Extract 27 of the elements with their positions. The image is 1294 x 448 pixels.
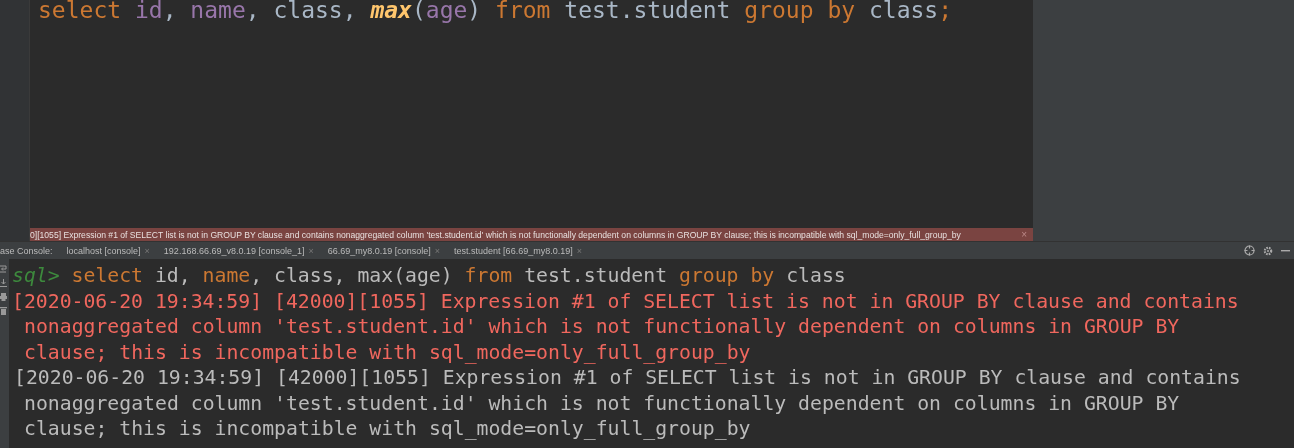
output-line: [2020-06-20 19:34:59] [42000][1055] Expression #1 of SELECT list is not in GROUP BY clause and contains <box>13 365 1242 391</box>
error-message: 0][1055] Expression #1 of SELECT list is not in GROUP BY clause and contains nonaggregated column 'test.student.id' which is not functionally dependent on columns in GROUP BY clause; this is incompatible with sql_mode=only_full_group_by <box>30 229 961 240</box>
close-button[interactable]: × <box>308 245 314 256</box>
minimize-icon[interactable] <box>1281 249 1290 252</box>
console-label: ase Console: <box>0 245 53 256</box>
wrap-icon[interactable] <box>0 265 7 273</box>
download-icon[interactable] <box>0 279 7 287</box>
console-tab[interactable]: 192.168.66.69_v8.0.19 [console_1] × <box>163 245 314 256</box>
print-icon[interactable] <box>0 293 7 301</box>
close-button[interactable]: × <box>144 245 150 256</box>
sql-prompt: sql> <box>12 263 60 289</box>
output-line: nonaggregated column 'test.student.id' which is not functionally dependent on columns in GROUP BY <box>23 390 1181 416</box>
output-line: clause; this is incompatible with sql_mode=only_full_group_by <box>23 416 752 442</box>
error-line: [2020-06-20 19:34:59] [42000][1055] Expression #1 of SELECT list is not in GROUP BY clause and contains <box>12 288 1240 314</box>
code-line: select id, name, class, max(age) from test.student group by class; <box>38 0 954 21</box>
console-tab[interactable]: localhost [console] × <box>66 245 150 256</box>
close-button[interactable]: × <box>1021 229 1027 240</box>
console-tab[interactable]: 66.69_my8.0.19 [console] × <box>327 245 441 256</box>
close-button[interactable]: × <box>576 245 582 256</box>
sql-command: select id, name, class, max(age) from test.student group by class <box>70 263 846 289</box>
error-line: nonaggregated column 'test.student.id' which is not functionally dependent on columns in GROUP BY <box>23 314 1181 340</box>
console-tab[interactable]: test.student [66.69_my8.0.19] × <box>454 245 582 256</box>
settings-icon[interactable] <box>1263 245 1273 256</box>
close-button[interactable]: × <box>434 245 441 256</box>
trash-icon[interactable] <box>0 307 7 315</box>
error-line: clause; this is incompatible with sql_mode=only_full_group_by <box>23 339 752 365</box>
target-icon[interactable] <box>1244 245 1255 256</box>
